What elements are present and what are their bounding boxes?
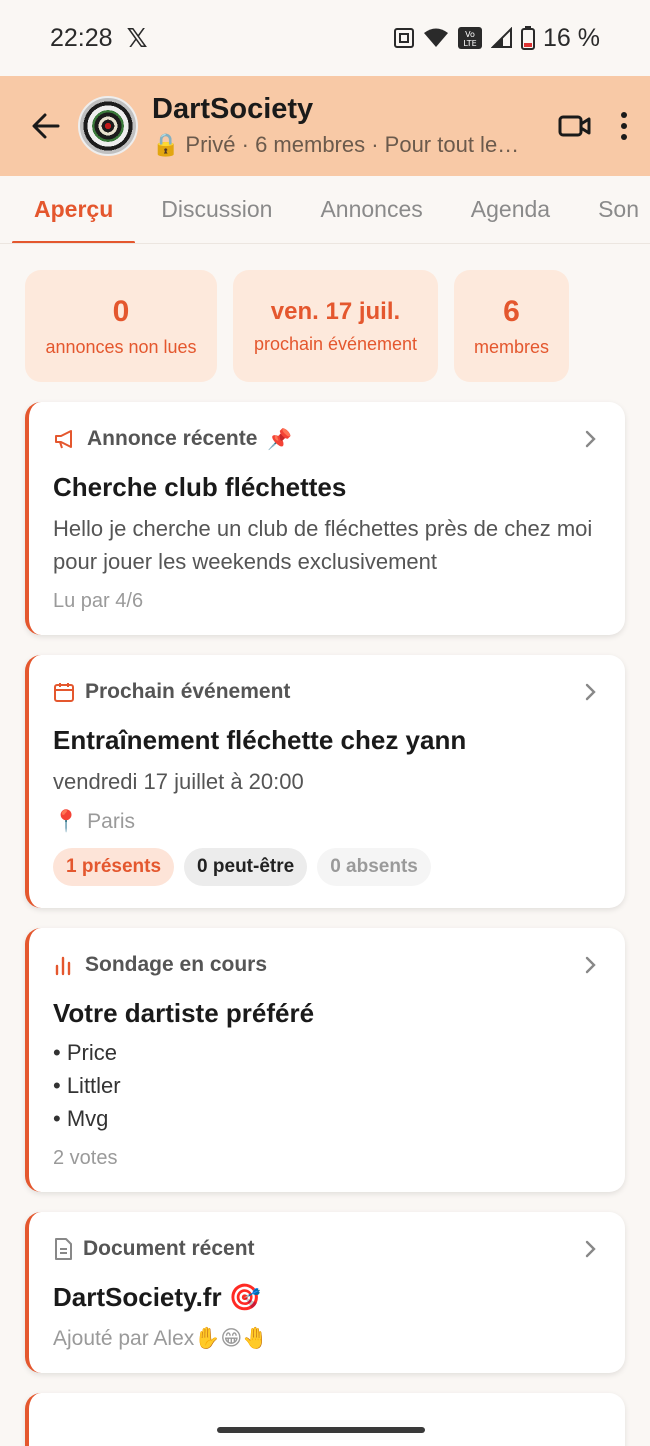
stat-label: prochain événement xyxy=(253,333,418,354)
event-location: 📍 Paris xyxy=(53,810,599,834)
group-subtitle-text: Privé · 6 membres · Pour tout le… xyxy=(185,132,520,157)
stat-value: ven. 17 juil. xyxy=(270,297,401,325)
card-header-label: Document récent xyxy=(83,1237,255,1260)
rsvp-absent-chip[interactable]: 0 absents xyxy=(317,848,431,886)
next-event-card[interactable]: Prochain événement Entraînement fléchett… xyxy=(25,655,625,908)
chevron-right-icon xyxy=(585,430,596,448)
read-count: Lu par 4/6 xyxy=(53,590,144,612)
rsvp-chips: 1 présents 0 peut-être 0 absents xyxy=(53,848,599,886)
group-subtitle: 🔒 Privé · 6 membres · Pour tout le… xyxy=(152,130,544,160)
next-card-partial[interactable] xyxy=(25,1393,625,1446)
volte-icon: VoLTE xyxy=(458,27,483,49)
tab-agenda[interactable]: Agenda xyxy=(449,176,572,243)
stat-members[interactable]: 6 membres xyxy=(454,270,569,382)
card-header-label: Sondage en cours xyxy=(85,953,268,976)
poll-option: • Price xyxy=(53,1040,117,1065)
svg-text:Vo: Vo xyxy=(465,30,475,39)
tab-apercu[interactable]: Aperçu xyxy=(12,176,136,243)
card-header-label: Annonce récente xyxy=(87,427,258,450)
rsvp-present-chip[interactable]: 1 présents xyxy=(53,848,175,886)
wifi-icon xyxy=(424,28,449,47)
poll-option: • Mvg xyxy=(53,1106,109,1131)
location-text: Paris xyxy=(87,810,136,833)
lock-icon: 🔒 xyxy=(152,132,180,157)
recent-announcement-card[interactable]: Annonce récente 📌 Cherche club fléchette… xyxy=(25,402,625,635)
document-icon xyxy=(55,1238,72,1260)
more-options-icon[interactable] xyxy=(620,111,628,141)
calendar-icon xyxy=(54,683,74,702)
poll-option: • Littler xyxy=(53,1073,121,1098)
vote-count: 2 votes xyxy=(53,1147,118,1169)
megaphone-icon xyxy=(55,430,72,449)
pin-icon: 📌 xyxy=(267,428,293,451)
recent-document-card[interactable]: Document récent DartSociety.fr 🎯 Ajouté … xyxy=(25,1212,625,1373)
event-date: vendredi 17 juillet à 20:00 xyxy=(53,769,304,794)
stat-value: 6 xyxy=(503,294,520,328)
status-bar: 22:28 𝕏 Vo LTE 16 % xyxy=(0,0,650,76)
group-title-box[interactable]: DartSociety 🔒 Privé · 6 membres · Pour to… xyxy=(152,92,544,160)
group-title: DartSociety xyxy=(152,93,314,125)
signal-icon xyxy=(491,27,513,48)
stat-value: 0 xyxy=(112,294,130,328)
card-header-label: Prochain événement xyxy=(85,680,291,703)
chevron-right-icon xyxy=(585,683,596,701)
event-title: Entraînement fléchette chez yann xyxy=(53,725,467,755)
tab-bar: Aperçu Discussion Annonces Agenda Son xyxy=(0,176,650,244)
announcement-body: Hello je cherche un club de fléchettes p… xyxy=(53,516,593,574)
document-added-by: Ajouté par Alex✋😁🤚 xyxy=(53,1327,269,1350)
status-time: 22:28 xyxy=(50,23,113,52)
stat-label: annonces non lues xyxy=(45,336,197,357)
stat-label: membres xyxy=(473,336,549,357)
video-call-icon[interactable] xyxy=(558,114,592,138)
document-title: DartSociety.fr 🎯 xyxy=(53,1282,262,1312)
back-button[interactable] xyxy=(26,106,66,146)
tab-annonces[interactable]: Annonces xyxy=(298,176,444,243)
battery-level: 16 % xyxy=(543,23,600,52)
tab-discussion[interactable]: Discussion xyxy=(139,176,294,243)
svg-text:LTE: LTE xyxy=(463,39,476,48)
bar-chart-icon xyxy=(55,956,71,976)
x-app-icon: 𝕏 xyxy=(126,22,148,53)
app-bar: DartSociety 🔒 Privé · 6 membres · Pour to… xyxy=(0,76,650,176)
battery-icon xyxy=(521,26,536,50)
rsvp-maybe-chip[interactable]: 0 peut-être xyxy=(184,848,308,886)
poll-title: Votre dartiste préféré xyxy=(53,998,315,1028)
tab-sondages[interactable]: Son xyxy=(576,176,650,243)
nfc-icon xyxy=(394,28,415,48)
stat-unread-announcements[interactable]: 0 annonces non lues xyxy=(25,270,217,382)
home-indicator[interactable] xyxy=(217,1427,425,1433)
chevron-right-icon xyxy=(585,956,596,974)
location-pin-icon: 📍 xyxy=(53,810,80,833)
active-poll-card[interactable]: Sondage en cours Votre dartiste préféré … xyxy=(25,928,625,1192)
arrow-left-icon xyxy=(32,113,60,139)
poll-options: • Price • Littler • Mvg xyxy=(53,1036,599,1135)
group-avatar[interactable] xyxy=(78,96,138,156)
chevron-right-icon xyxy=(585,1240,596,1258)
stats-row: 0 annonces non lues ven. 17 juil. procha… xyxy=(0,244,650,382)
stat-next-event[interactable]: ven. 17 juil. prochain événement xyxy=(233,270,438,382)
announcement-title: Cherche club fléchettes xyxy=(53,472,347,502)
